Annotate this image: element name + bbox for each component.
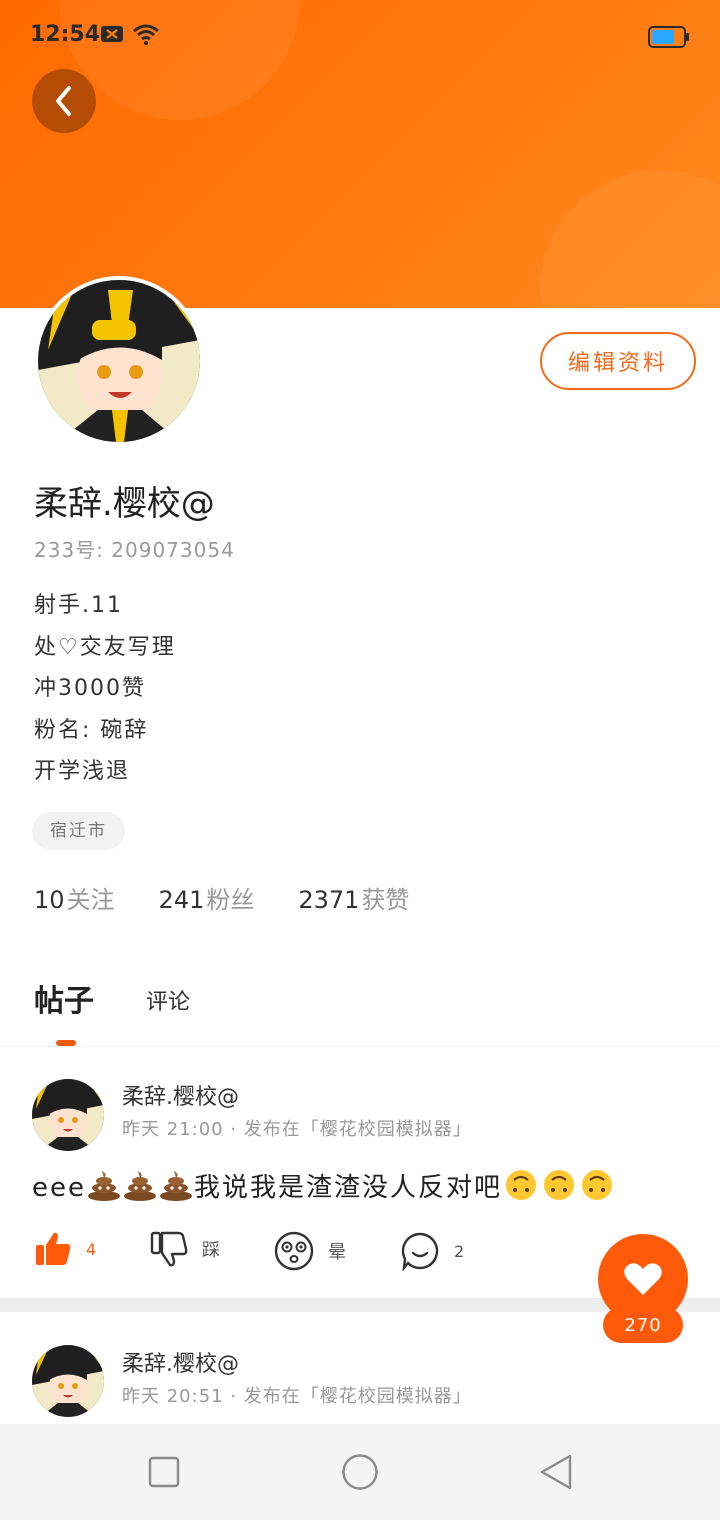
post-author-name[interactable]: 柔辞.樱校@	[122, 1079, 239, 1111]
floating-like-count: 270	[603, 1307, 683, 1343]
profile-bio: 射手.11 处♡交友写理 冲3000赞 粉名: 碗辞 开学浅退	[34, 585, 176, 793]
following-count: 10	[34, 886, 65, 914]
notification-icon	[100, 24, 124, 48]
bio-line: 粉名: 碗辞	[34, 717, 149, 743]
profile-uid: 233号: 209073054	[34, 538, 235, 562]
bio-line: 处♡交友写理	[34, 634, 176, 660]
dizzy-button[interactable]: 晕	[274, 1231, 346, 1271]
upside-down-face-emoji	[578, 1168, 616, 1209]
square-icon	[148, 1456, 180, 1488]
post-text: eee 我说我是渣渣没人反对吧	[32, 1167, 616, 1209]
dislike-button[interactable]: 踩	[150, 1231, 220, 1267]
fans-stat[interactable]: 241粉丝	[159, 880, 255, 915]
dizzy-label: 晕	[328, 1242, 346, 1263]
tab-comments[interactable]: 评论	[146, 984, 190, 1016]
battery-icon	[648, 26, 690, 52]
dizzy-icon	[274, 1231, 314, 1271]
comment-count: 2	[454, 1241, 465, 1261]
post-text-body: 我说我是渣渣没人反对吧	[194, 1173, 503, 1203]
active-tab-indicator	[56, 1040, 76, 1046]
edit-profile-button[interactable]: 编辑资料	[540, 332, 696, 390]
post-meta: 昨天 20:51 · 发布在「樱花校园模拟器」	[122, 1386, 472, 1407]
bio-line: 射手.11	[34, 593, 123, 618]
profile-stats: 10关注 241粉丝 2371获赞	[34, 880, 453, 915]
poop-emoji	[86, 1169, 122, 1208]
like-count: 4	[86, 1239, 97, 1259]
thumbs-up-icon	[36, 1232, 71, 1265]
profile-avatar[interactable]	[34, 276, 204, 446]
location-tag: 宿迁市	[32, 812, 125, 850]
wifi-icon	[132, 24, 160, 50]
back-button[interactable]	[32, 69, 96, 133]
upside-down-face-emoji	[502, 1168, 540, 1209]
triangle-back-icon	[540, 1454, 572, 1490]
following-stat[interactable]: 10关注	[34, 880, 115, 915]
home-button[interactable]	[341, 1453, 379, 1495]
following-label: 关注	[66, 886, 115, 914]
post-text-prefix: eee	[32, 1173, 86, 1203]
circle-icon	[342, 1454, 378, 1490]
likes-label: 获赞	[361, 886, 410, 914]
poop-emoji	[122, 1169, 158, 1208]
tab-posts[interactable]: 帖子	[34, 976, 94, 1020]
header-decoration	[540, 170, 720, 308]
post-author-name[interactable]: 柔辞.樱校@	[122, 1346, 239, 1378]
comment-icon	[401, 1232, 439, 1271]
back-icon	[56, 86, 71, 116]
comment-button[interactable]: 2	[400, 1231, 464, 1271]
dislike-label: 踩	[202, 1240, 220, 1261]
status-bar: 12:54	[0, 0, 720, 72]
bio-line: 开学浅退	[34, 759, 131, 784]
likes-count: 2371	[298, 886, 360, 914]
bio-line: 冲3000赞	[34, 676, 146, 701]
system-nav-bar	[0, 1424, 720, 1520]
likes-stat: 2371获赞	[298, 880, 409, 915]
fans-count: 241	[158, 886, 205, 914]
post-author-avatar[interactable]	[32, 1079, 104, 1151]
post-meta: 昨天 21:00 · 发布在「樱花校园模拟器」	[122, 1119, 472, 1140]
back-nav-button[interactable]	[539, 1453, 573, 1495]
thumbs-down-icon	[150, 1231, 188, 1267]
status-time: 12:54	[30, 22, 101, 47]
heart-icon	[624, 1263, 662, 1295]
avatar-image	[38, 280, 200, 442]
profile-name: 柔辞.樱校@	[34, 484, 215, 524]
upside-down-face-emoji	[540, 1168, 578, 1209]
recent-apps-button[interactable]	[148, 1456, 180, 1492]
like-button[interactable]: 4	[34, 1231, 96, 1267]
poop-emoji	[158, 1169, 194, 1208]
content-tabs: 帖子 评论	[0, 970, 720, 1047]
post-author-avatar[interactable]	[32, 1345, 104, 1417]
fans-label: 粉丝	[206, 886, 255, 914]
